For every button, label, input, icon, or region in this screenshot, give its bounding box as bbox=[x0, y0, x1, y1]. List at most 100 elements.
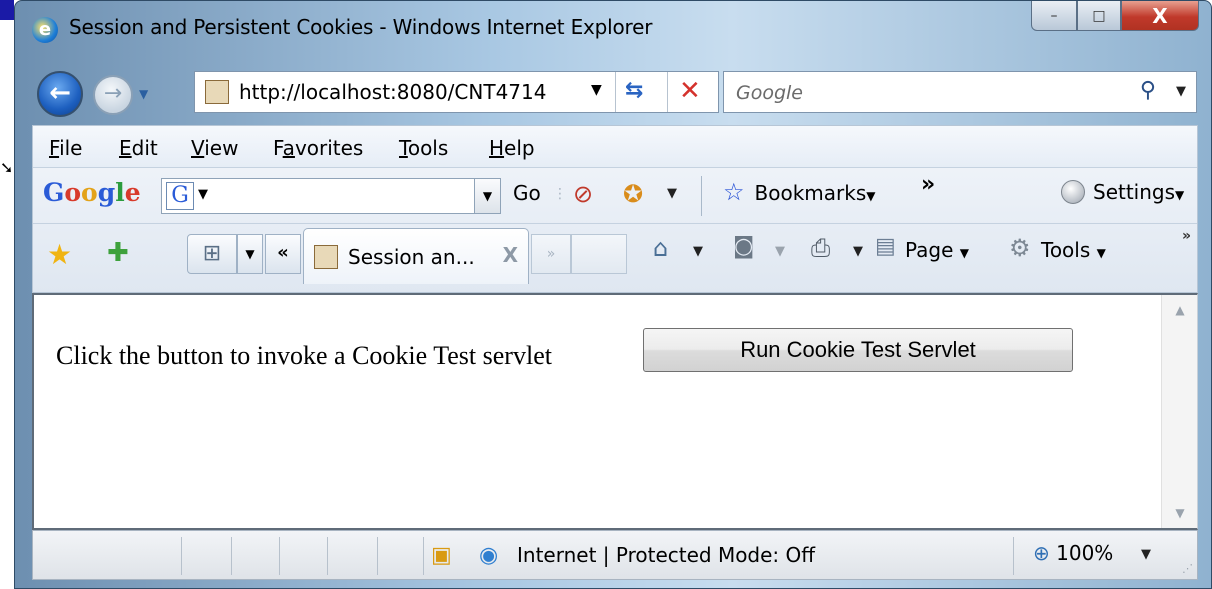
home-dropdown-icon[interactable]: ▼ bbox=[693, 244, 703, 259]
tab-bar: ★ ✚ ⊞ ▼ « Session an... X » ⌂ ▼ ◙ ▼ ⎙ ▼ … bbox=[33, 224, 1197, 294]
navigation-bar: ← → ▼ http://localhost:8080/CNT4714 ▼ ⇆ … bbox=[15, 63, 1211, 121]
menu-favorites[interactable]: Favorites bbox=[273, 136, 363, 160]
refresh-icon[interactable]: ⇆ bbox=[625, 78, 643, 103]
google-options-dropdown-icon[interactable]: ▼ bbox=[198, 187, 208, 202]
toolbar-more-button[interactable]: » bbox=[921, 172, 935, 197]
print-icon[interactable]: ⎙ bbox=[811, 234, 830, 262]
back-button[interactable]: ← bbox=[37, 71, 83, 117]
background-page-bar bbox=[0, 0, 14, 20]
security-zone-text[interactable]: Internet | Protected Mode: Off bbox=[517, 543, 815, 567]
google-search-dropdown-icon[interactable]: ▼ bbox=[474, 179, 500, 213]
stop-icon[interactable]: ✕ bbox=[679, 76, 701, 106]
page-menu-label: Page bbox=[905, 238, 954, 262]
print-dropdown-icon[interactable]: ▼ bbox=[853, 244, 863, 259]
vertical-scrollbar[interactable]: ▲ ▼ bbox=[1161, 295, 1197, 528]
menu-help[interactable]: Help bbox=[489, 136, 535, 160]
menu-tools-label: ools bbox=[407, 136, 449, 160]
search-provider-dropdown-icon[interactable]: ▼ bbox=[1176, 84, 1186, 99]
window-title: Session and Persistent Cookies - Windows… bbox=[69, 15, 653, 39]
address-bar[interactable]: http://localhost:8080/CNT4714 ▼ ⇆ ✕ bbox=[194, 71, 719, 113]
add-favorites-icon[interactable]: ✚ bbox=[107, 238, 129, 268]
tools-dropdown-icon: ▼ bbox=[1096, 246, 1106, 260]
tab-close-icon[interactable]: X bbox=[503, 243, 518, 267]
instruction-text: Click the button to invoke a Cookie Test… bbox=[56, 341, 552, 370]
status-separator bbox=[423, 537, 424, 575]
window-controls: – □ X bbox=[1031, 1, 1199, 31]
menu-file[interactable]: File bbox=[49, 136, 82, 160]
bookmarks-label: Bookmarks bbox=[754, 181, 867, 205]
menu-edit[interactable]: Edit bbox=[119, 136, 158, 160]
menu-bar: File Edit View Favorites Tools Help bbox=[33, 126, 1197, 168]
zoom-level-button[interactable]: ⊕ 100% bbox=[1033, 541, 1113, 565]
toolbar-separator bbox=[701, 176, 702, 216]
google-go-button[interactable]: Go bbox=[513, 181, 541, 205]
zoom-level-text: 100% bbox=[1056, 541, 1114, 565]
menu-view-key: V bbox=[191, 136, 205, 160]
google-logo-letter: g bbox=[97, 178, 116, 207]
extensions-dropdown-icon[interactable]: ▼ bbox=[667, 186, 677, 201]
extensions-icon[interactable]: ✪ bbox=[623, 180, 643, 208]
search-icon[interactable]: ⚲ bbox=[1140, 78, 1156, 103]
menu-view[interactable]: View bbox=[191, 136, 238, 160]
favorites-center-icon[interactable]: ★ bbox=[47, 238, 72, 271]
new-tab-button[interactable] bbox=[571, 234, 627, 274]
tab-session-cookies[interactable]: Session an... X bbox=[303, 228, 529, 284]
google-logo-letter: o bbox=[64, 178, 82, 207]
zoom-dropdown-icon[interactable]: ▼ bbox=[1141, 547, 1151, 562]
feeds-dropdown-icon[interactable]: ▼ bbox=[775, 244, 785, 259]
page-menu-button[interactable]: Page ▼ bbox=[905, 238, 969, 262]
feeds-icon[interactable]: ◙ bbox=[733, 234, 754, 259]
arrow-icon: ➘ bbox=[0, 158, 14, 177]
status-bar: ▣ ◉ Internet | Protected Mode: Off ⊕ 100… bbox=[32, 530, 1198, 580]
minimize-button[interactable]: – bbox=[1031, 1, 1077, 31]
maximize-button[interactable]: □ bbox=[1077, 1, 1121, 31]
google-g-icon[interactable]: G bbox=[166, 182, 194, 210]
recent-pages-dropdown[interactable]: ▼ bbox=[139, 87, 148, 101]
tab-scroll-right-button[interactable]: » bbox=[531, 234, 571, 274]
quick-tabs-button[interactable]: ⊞ bbox=[187, 234, 237, 274]
google-logo[interactable]: Google bbox=[43, 178, 141, 207]
google-logo-letter: l bbox=[115, 178, 125, 207]
tools-menu-label: Tools bbox=[1041, 238, 1091, 262]
page-favicon-icon bbox=[205, 80, 229, 104]
security-lock-icon[interactable]: ▣ bbox=[431, 543, 452, 568]
toolbar-grip-icon: ⋮ bbox=[553, 186, 567, 202]
settings-button[interactable]: Settings▼ bbox=[1061, 180, 1184, 204]
tools-menu-button[interactable]: Tools ▼ bbox=[1041, 238, 1106, 262]
status-separator bbox=[231, 537, 232, 575]
status-separator bbox=[327, 537, 328, 575]
command-bar-more-button[interactable]: » bbox=[1182, 228, 1191, 244]
address-dropdown-icon[interactable]: ▼ bbox=[591, 82, 602, 98]
home-icon[interactable]: ⌂ bbox=[653, 234, 668, 262]
title-bar[interactable]: e Session and Persistent Cookies - Windo… bbox=[15, 1, 1211, 59]
bookmarks-dropdown-icon: ▼ bbox=[866, 189, 876, 203]
settings-label: Settings bbox=[1093, 180, 1176, 204]
tab-scroll-left-button[interactable]: « bbox=[265, 234, 301, 274]
resize-grip-icon[interactable]: ⋰ bbox=[1182, 562, 1193, 575]
search-input[interactable]: Google bbox=[736, 82, 803, 104]
page-favicon-icon bbox=[314, 245, 338, 269]
browser-window: e Session and Persistent Cookies - Windo… bbox=[14, 0, 1212, 589]
zoom-icon: ⊕ bbox=[1033, 541, 1050, 565]
menu-tools[interactable]: Tools bbox=[399, 136, 448, 160]
tab-title: Session an... bbox=[348, 245, 475, 269]
menu-favorites-label: vorites bbox=[294, 136, 364, 160]
menu-help-key: H bbox=[489, 136, 505, 160]
menu-edit-key: E bbox=[119, 136, 132, 160]
tab-list-dropdown-icon[interactable]: ▼ bbox=[237, 234, 263, 274]
google-search-input[interactable]: G ▼ ▼ bbox=[161, 178, 501, 214]
scroll-down-icon[interactable]: ▼ bbox=[1162, 506, 1198, 520]
search-box[interactable]: Google ⚲ ▼ bbox=[723, 71, 1197, 113]
forward-button[interactable]: → bbox=[93, 75, 133, 115]
menu-view-label: iew bbox=[204, 136, 239, 160]
run-cookie-test-button[interactable]: Run Cookie Test Servlet bbox=[643, 328, 1073, 372]
popup-blocker-icon[interactable]: ⊘ bbox=[573, 180, 593, 208]
scroll-up-icon[interactable]: ▲ bbox=[1162, 303, 1198, 317]
address-separator bbox=[615, 72, 616, 112]
address-input[interactable]: http://localhost:8080/CNT4714 bbox=[239, 80, 546, 104]
close-button[interactable]: X bbox=[1121, 1, 1199, 31]
settings-ball-icon bbox=[1061, 180, 1085, 204]
ie-logo-icon: e bbox=[32, 17, 58, 43]
bookmarks-button[interactable]: ☆ Bookmarks▼ bbox=[723, 178, 876, 206]
menu-tools-key: T bbox=[399, 136, 408, 160]
